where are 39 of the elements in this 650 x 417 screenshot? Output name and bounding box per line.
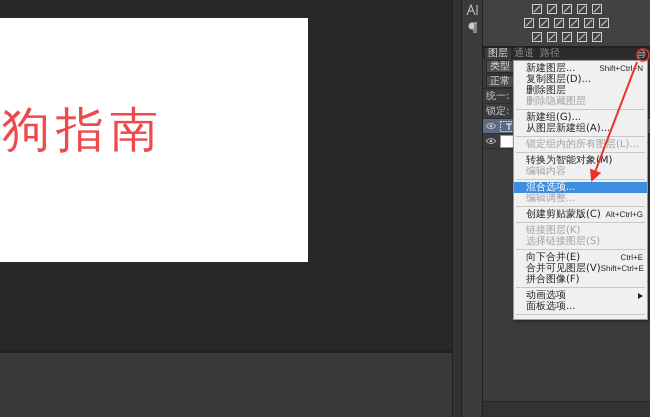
adjustment-icon[interactable]	[599, 18, 609, 28]
menu-item[interactable]: 新建组(G)...	[514, 112, 647, 123]
visibility-eye-icon[interactable]	[486, 138, 496, 144]
adjustment-icon[interactable]	[576, 32, 586, 42]
adjustment-icon[interactable]	[532, 4, 542, 14]
unify-label: 统一:	[486, 90, 510, 102]
menu-item[interactable]: 动画选项	[514, 290, 647, 301]
menu-item[interactable]: 合并可见图层(V)Shift+Ctrl+E	[514, 263, 647, 274]
adjustment-icon[interactable]	[539, 18, 549, 28]
panel-tab[interactable]: 通道	[511, 48, 537, 59]
menu-item[interactable]: 从图层新建组(A)...	[514, 123, 647, 134]
submenu-arrow-icon	[638, 292, 643, 298]
adjustment-icon[interactable]	[546, 32, 556, 42]
menu-item[interactable]: 面板选项...	[514, 301, 647, 312]
panel-tab[interactable]: 路径	[537, 48, 563, 59]
annotation-circle	[636, 48, 650, 62]
adjustment-icon[interactable]	[569, 18, 579, 28]
adjustment-icon[interactable]	[554, 18, 564, 28]
adjustment-icon[interactable]	[562, 4, 572, 14]
menu-item[interactable]: 删除图层	[514, 85, 647, 96]
paragraph-panel-icon[interactable]	[466, 22, 478, 34]
menu-item[interactable]: 拼合图像(F)	[514, 274, 647, 285]
menu-item[interactable]: 向下合并(E) Ctrl+E	[514, 252, 647, 263]
adjustment-icon[interactable]	[576, 4, 586, 14]
canvas-text: 狗指南	[1, 101, 164, 160]
character-panel-icon[interactable]	[466, 4, 478, 16]
panel-tab[interactable]: 图层	[485, 48, 511, 59]
adjustment-icon[interactable]	[584, 18, 594, 28]
adjustment-icon[interactable]	[592, 32, 602, 42]
menu-item[interactable]: 创建剪贴蒙版(C) Alt+Ctrl+G	[514, 209, 647, 220]
adjustment-icon[interactable]	[524, 18, 534, 28]
adjustment-icon[interactable]	[592, 4, 602, 14]
adjustment-icon[interactable]	[562, 32, 572, 42]
lock-label: 锁定:	[486, 106, 510, 116]
adjustment-icon[interactable]	[532, 32, 542, 42]
panel-menu-icon[interactable]	[636, 50, 646, 58]
filter-dropdown[interactable]: 类型	[486, 60, 514, 72]
visibility-eye-icon[interactable]	[486, 123, 496, 129]
adjustment-icon[interactable]	[546, 4, 556, 14]
